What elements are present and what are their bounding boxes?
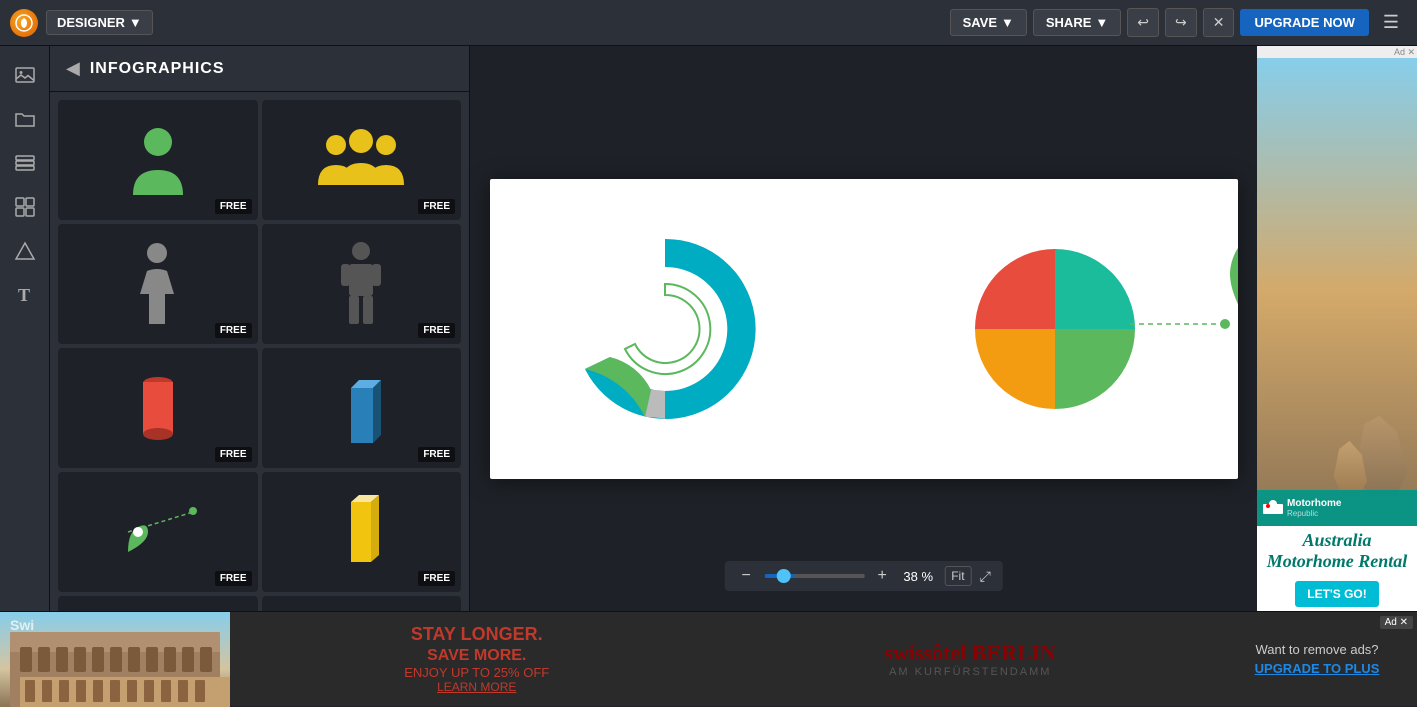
swissotel-logo-area: swissôtel BERLIN AM KURFÜRSTENDAMM [724,612,1218,706]
list-item[interactable]: FREE [58,224,258,344]
bottom-ad-bar: Swi STAY LONGER. SAVE MORE. ENJOY UP TO … [0,611,1417,706]
free-badge: FREE [215,447,252,462]
free-badge: FREE [418,199,455,214]
icon-bar: T [0,46,50,611]
free-badge: FREE [215,199,252,214]
zoom-in-button[interactable]: + [872,566,892,586]
zoom-out-button[interactable]: − [736,566,756,586]
sidebar-item-images[interactable] [6,56,44,94]
list-item[interactable] [58,596,258,611]
ad-brand: Motorhome [1287,498,1341,509]
sidebar-title: INFOGRAPHICS [90,60,225,78]
ad-sidebar-top: Ad ✕ [1257,46,1417,58]
list-item[interactable]: FREE [262,472,462,592]
sidebar-item-grid[interactable] [6,188,44,226]
sidebar-item-layers[interactable] [6,144,44,182]
zoom-expand-button[interactable]: ⤢ [980,568,991,585]
close-ad-button[interactable]: Ad ✕ [1380,616,1413,629]
zoom-percentage: 38 % [900,569,936,584]
sidebar-header: ◀ INFOGRAPHICS [50,46,469,92]
list-item[interactable]: FREE [58,100,258,220]
sidebar-back-button[interactable]: ◀ [66,58,80,79]
free-badge: FREE [215,571,252,586]
share-button[interactable]: SHARE ▼ [1033,9,1121,36]
list-item[interactable]: FREE [262,224,462,344]
zoom-fit-button[interactable]: Fit [944,566,971,586]
ad-sidebar: Ad ✕ Motorhome Republic Australia Motorh… [1257,46,1417,611]
brand-name: swissôtel BERLIN [884,640,1056,666]
sidebar-item-text[interactable]: T [6,276,44,314]
sidebar-item-folder[interactable] [6,100,44,138]
free-badge: FREE [215,323,252,338]
list-item[interactable]: FREE [262,100,462,220]
main-area: T ◀ INFOGRAPHICS FREE [0,46,1417,611]
ad-title: Australia Motorhome Rental [1257,526,1417,577]
upgrade-now-button[interactable]: UPGRADE NOW [1240,9,1368,36]
zoom-bar: − + 38 % Fit ⤢ [724,561,1003,591]
hamburger-menu[interactable]: ☰ [1375,8,1407,37]
upgrade-label: UPGRADE NOW [1254,15,1354,30]
topbar: DESIGNER ▼ SAVE ▼ SHARE ▼ ↩ ↪ ✕ UPGRADE … [0,0,1417,46]
svg-text:Swi: Swi [10,617,34,633]
bottom-ad-content: STAY LONGER. SAVE MORE. ENJOY UP TO 25% … [230,612,724,706]
save-dropdown-arrow: ▼ [1001,15,1014,30]
swissotel-logo: swissôtel BERLIN AM KURFÜRSTENDAMM [884,640,1056,678]
list-item[interactable] [262,596,462,611]
design-canvas[interactable] [490,179,1238,479]
app-logo [10,9,38,37]
list-item[interactable]: FREE [58,472,258,592]
zoom-slider[interactable] [764,574,864,578]
close-button[interactable]: ✕ [1203,8,1235,37]
sidebar-item-shapes[interactable] [6,232,44,270]
canvas-area: − + 38 % Fit ⤢ [470,46,1257,611]
ad-subtitle: Republic [1287,509,1341,518]
topbar-actions: SAVE ▼ SHARE ▼ ↩ ↪ ✕ UPGRADE NOW ☰ [950,8,1407,37]
upgrade-to-plus-link[interactable]: UPGRADE TO PLUS [1255,661,1380,676]
svg-text:T: T [18,285,30,305]
share-label: SHARE [1046,15,1092,30]
list-item[interactable]: FREE [58,348,258,468]
ad-colosseum-image: Swi [0,612,230,707]
share-dropdown-arrow: ▼ [1095,15,1108,30]
designer-label: DESIGNER [57,15,125,30]
ad-overlay: Motorhome Republic [1257,490,1417,526]
save-label: SAVE [963,15,997,30]
ad-sub: SAVE MORE. [404,646,549,665]
list-item[interactable]: FREE [262,348,462,468]
ad-learn-more-link[interactable]: LEARN MORE [404,680,549,694]
ad-label: Ad ✕ [1394,47,1415,58]
free-badge: FREE [418,571,455,586]
undo-button[interactable]: ↩ [1127,8,1159,37]
ad-cta-button[interactable]: LET'S GO! [1295,581,1379,607]
designer-dropdown[interactable]: DESIGNER ▼ [46,10,153,35]
brand-city: AM KURFÜRSTENDAMM [884,666,1056,678]
redo-button[interactable]: ↪ [1165,8,1197,37]
free-badge: FREE [418,447,455,462]
sidebar-grid: FREE FREE FREE [50,92,469,611]
ad-off: ENJOY UP TO 25% OFF [404,665,549,680]
free-badge: FREE [418,323,455,338]
ad-headline: STAY LONGER. [404,624,549,646]
dropdown-arrow: ▼ [129,15,142,30]
ad-image: Motorhome Republic [1257,58,1417,526]
sidebar-panel: ◀ INFOGRAPHICS FREE [50,46,470,611]
remove-ads-text: Want to remove ads? [1255,642,1378,657]
save-button[interactable]: SAVE ▼ [950,9,1027,36]
